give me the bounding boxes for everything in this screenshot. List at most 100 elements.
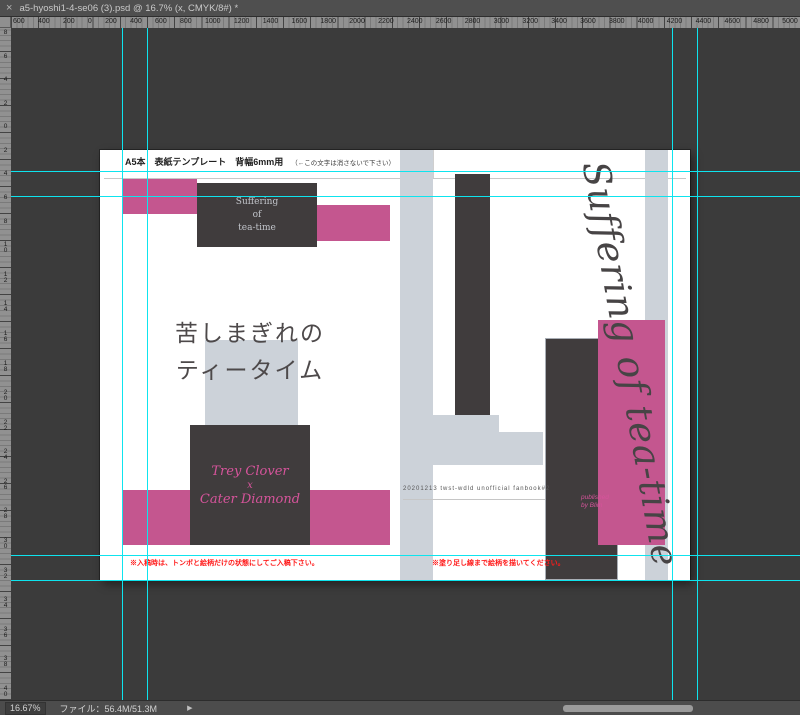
ruler-label: 36 (3, 625, 8, 639)
ruler-label: 6 (3, 52, 8, 60)
back-cover-title: 苦しまぎれの ティータイム (140, 316, 360, 390)
print-note-right: ※塗り足し線まで絵柄を描いてください。 (432, 560, 565, 567)
published-line: published (581, 494, 609, 501)
ruler-label: 38 (3, 655, 8, 669)
pink-block-top-right (317, 205, 390, 241)
ruler-label: 34 (3, 596, 8, 610)
ruler-label: 4600 (724, 18, 741, 25)
guide-horizontal[interactable] (11, 196, 800, 197)
status-expander-icon[interactable]: ▶ (187, 704, 192, 712)
ruler-label: 2200 (378, 18, 394, 25)
ruler-label: 6 (3, 194, 8, 202)
middle-dark-bar (455, 174, 490, 415)
vertical-ruler-labels[interactable]: 8642024681012141618202224262830323436384… (0, 28, 11, 700)
spine-strip (400, 150, 433, 580)
ruler-label: 3400 (551, 18, 567, 25)
ruler-label: 18 (3, 359, 8, 373)
tab-bar: × a5-hyoshi1-4-se06 (3).psd @ 16.7% (x, … (0, 0, 800, 17)
file-info: ファイル：56.4M/51.3M (59, 703, 158, 714)
middle-step-block (433, 415, 499, 465)
credit-line: Cater Diamond (199, 491, 301, 507)
ruler-label: 2 (3, 99, 8, 107)
ruler-label: 4000 (637, 18, 654, 25)
credit-box: Trey Clover x Cater Diamond (190, 425, 310, 545)
document-tab[interactable]: a5-hyoshi1-4-se06 (3).psd @ 16.7% (x, CM… (19, 3, 238, 14)
ruler-label: 5000 (782, 18, 798, 25)
ruler-corner[interactable] (0, 17, 11, 28)
ruler-label: 0 (87, 18, 92, 25)
ruler-label: 16 (3, 329, 8, 343)
logo-line: tea-time (238, 223, 276, 233)
ruler-label: 22 (3, 418, 8, 432)
template-header-title: A5本 表紙テンプレート 背幅6mm用 (125, 157, 284, 167)
ruler-label: 600 (155, 18, 167, 25)
print-note-left: ※入稿時は、トンボと絵柄だけの状態にしてご入稿下さい。 (130, 560, 319, 567)
ruler-label: 400 (37, 18, 50, 25)
canvas-area[interactable]: A5本 表紙テンプレート 背幅6mm用 （←この文字は消さないで下さい） Suff… (11, 28, 800, 700)
horizontal-scrollbar-thumb[interactable] (563, 705, 693, 712)
back-cover-logo-box: Suffering of tea-time (197, 183, 317, 247)
ruler-label: 4 (3, 76, 8, 84)
pink-block-bottom-left (122, 490, 190, 545)
ruler-label: 1400 (262, 18, 279, 25)
published-line: by Blim (581, 502, 603, 509)
ruler-label: 1000 (204, 18, 221, 25)
logo-line: of (252, 210, 262, 220)
photoshop-window: × a5-hyoshi1-4-se06 (3).psd @ 16.7% (x, … (0, 0, 800, 715)
ruler-label: 3000 (493, 18, 510, 25)
ruler-label: 800 (180, 18, 192, 25)
ruler-label: 0 (3, 123, 8, 131)
credit-line: x (247, 479, 253, 491)
ruler-label: 4200 (666, 18, 683, 25)
ruler-label: 30 (3, 536, 8, 550)
spine-fold-mark (433, 150, 434, 178)
ruler-label: 14 (3, 300, 8, 314)
horizontal-ruler-labels[interactable]: 600 400 200 0 200 400 600 800 1000 1200 1400 1600 18… (11, 17, 800, 28)
ruler-label: 1600 (291, 18, 308, 25)
ruler-label: 8 (3, 29, 8, 36)
zoom-field[interactable]: 16.67% (5, 701, 46, 715)
ruler-label: 200 (62, 18, 75, 25)
ruler-label: 3800 (609, 18, 625, 25)
ruler-label: 4800 (753, 18, 769, 25)
status-bar: 16.67% ファイル：56.4M/51.3M ▶ (0, 700, 800, 715)
ruler-label: 200 (105, 18, 117, 25)
guide-vertical[interactable] (147, 28, 148, 700)
title-line-1: 苦しまぎれの (175, 321, 325, 347)
ruler-label: 2000 (349, 18, 365, 25)
ruler-label: 2400 (406, 18, 423, 25)
guide-horizontal[interactable] (11, 555, 800, 556)
ruler-label: 1800 (320, 18, 336, 25)
guide-horizontal[interactable] (11, 171, 800, 172)
ruler-label: 1200 (233, 18, 250, 25)
document-page[interactable]: A5本 表紙テンプレート 背幅6mm用 （←この文字は消さないで下さい） Suff… (100, 150, 690, 580)
tab-close-icon[interactable]: × (6, 2, 12, 14)
guide-vertical[interactable] (697, 28, 698, 700)
pink-block-bottom-right (310, 490, 390, 545)
ruler-label: 2 (3, 146, 8, 154)
ruler-label: 2800 (464, 18, 481, 25)
ruler-label: 600 (13, 18, 25, 25)
guide-horizontal[interactable] (11, 580, 800, 581)
ruler-label: 400 (130, 18, 142, 25)
ruler-label: 12 (3, 270, 8, 284)
ruler-label: 32 (3, 566, 8, 580)
credit-line: Trey Clover (211, 463, 289, 479)
ruler-label: 2600 (435, 18, 452, 25)
ruler-label: 28 (3, 507, 8, 521)
logo-line: Suffering (235, 197, 279, 207)
ruler-label: 4400 (695, 18, 712, 25)
ruler-label: 10 (3, 241, 8, 255)
ruler-label: 3600 (580, 18, 596, 25)
ruler-label: 26 (3, 477, 8, 491)
title-line-2: ティータイム (175, 358, 325, 384)
published-credit: published by Blim (581, 494, 609, 510)
guide-vertical[interactable] (122, 28, 123, 700)
spine-caption: 20201213 twst-wdld unofficial fanbook#2 (403, 486, 551, 492)
template-header-note: （←この文字は消さないで下さい） (291, 160, 396, 167)
template-header: A5本 表紙テンプレート 背幅6mm用 （←この文字は消さないで下さい） (125, 155, 395, 168)
ruler-label: 20 (3, 389, 8, 403)
ruler-label: 4 (3, 170, 8, 178)
ruler-label: 8 (3, 217, 8, 225)
guide-vertical[interactable] (672, 28, 673, 700)
